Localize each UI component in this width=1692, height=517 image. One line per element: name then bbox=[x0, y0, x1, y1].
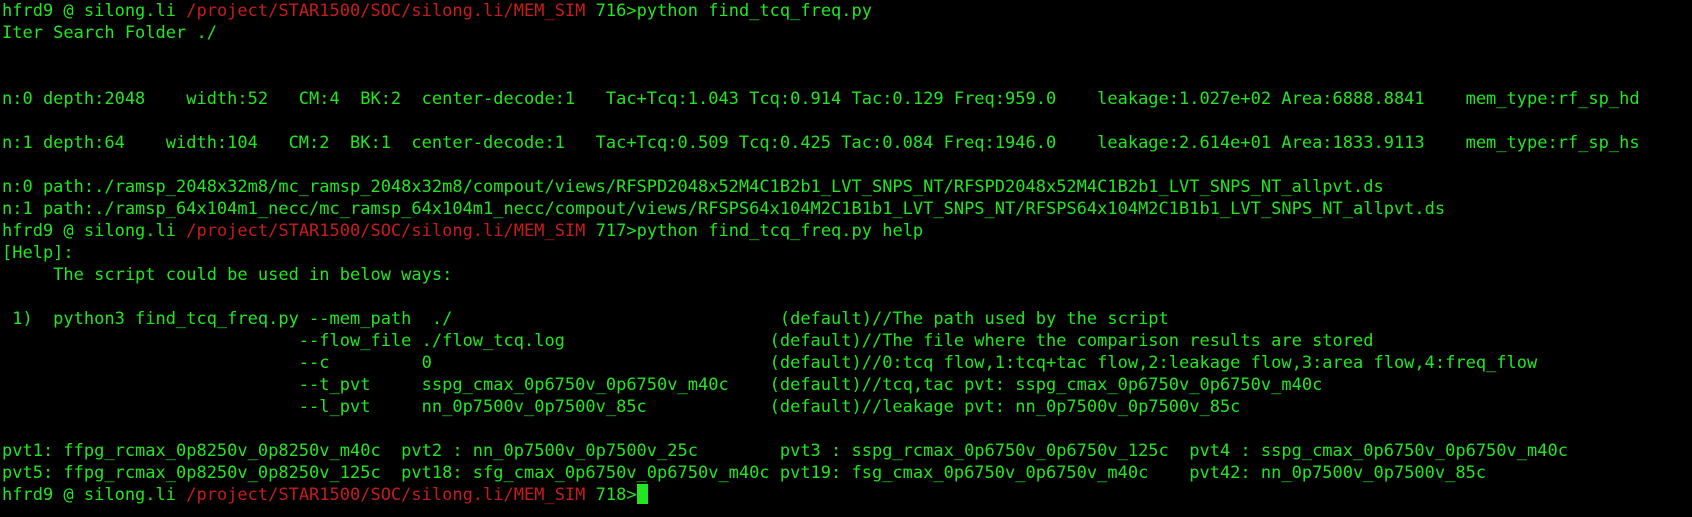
output-line: --flow_file ./flow_tcq.log (default)//Th… bbox=[2, 331, 1374, 351]
output-line: The script could be used in below ways: bbox=[2, 265, 453, 285]
output-line: n:1 depth:64 width:104 CM:2 BK:1 center-… bbox=[2, 133, 1640, 153]
prompt-line: hfrd9 @ silong.li /project/STAR1500/SOC/… bbox=[2, 220, 1692, 242]
command-text: python find_tcq_freq.py bbox=[636, 1, 872, 21]
prompt-user-host: hfrd9 @ silong.li bbox=[2, 1, 187, 21]
prompt-cwd: /project/STAR1500/SOC/silong.li/MEM_SIM bbox=[186, 485, 586, 505]
output-line: Iter Search Folder ./ bbox=[2, 23, 217, 43]
output-line: n:0 depth:2048 width:52 CM:4 BK:2 center… bbox=[2, 89, 1640, 109]
prompt-history-number: 717> bbox=[585, 221, 637, 241]
output-line: --l_pvt nn_0p7500v_0p7500v_85c (default)… bbox=[2, 397, 1241, 417]
prompt-line: hfrd9 @ silong.li /project/STAR1500/SOC/… bbox=[2, 484, 1692, 506]
terminal-output: hfrd9 @ silong.li /project/STAR1500/SOC/… bbox=[2, 0, 1692, 506]
prompt-line: hfrd9 @ silong.li /project/STAR1500/SOC/… bbox=[2, 0, 1692, 22]
output-line: [Help]: bbox=[2, 243, 74, 263]
output-line: pvt1: ffpg_rcmax_0p8250v_0p8250v_m40c pv… bbox=[2, 441, 1568, 461]
prompt-user-host: hfrd9 @ silong.li bbox=[2, 485, 187, 505]
prompt-cwd: /project/STAR1500/SOC/silong.li/MEM_SIM bbox=[186, 221, 586, 241]
output-line: n:1 path:./ramsp_64x104m1_necc/mc_ramsp_… bbox=[2, 199, 1446, 219]
prompt-history-number: 716> bbox=[585, 1, 637, 21]
prompt-user-host: hfrd9 @ silong.li bbox=[2, 221, 187, 241]
terminal-window[interactable]: hfrd9 @ silong.li /project/STAR1500/SOC/… bbox=[0, 0, 1692, 517]
output-line: 1) python3 find_tcq_freq.py --mem_path .… bbox=[2, 309, 1169, 329]
output-line: n:0 path:./ramsp_2048x32m8/mc_ramsp_2048… bbox=[2, 177, 1384, 197]
output-line: pvt5: ffpg_rcmax_0p8250v_0p8250v_125c pv… bbox=[2, 463, 1487, 483]
output-line: --t_pvt sspg_cmax_0p6750v_0p6750v_m40c (… bbox=[2, 375, 1323, 395]
command-text: python find_tcq_freq.py help bbox=[636, 221, 924, 241]
output-line: --c 0 (default)//0:tcq flow,1:tcq+tac fl… bbox=[2, 353, 1538, 373]
text-cursor[interactable] bbox=[636, 484, 648, 504]
prompt-cwd: /project/STAR1500/SOC/silong.li/MEM_SIM bbox=[186, 1, 586, 21]
prompt-history-number: 718> bbox=[585, 485, 637, 505]
